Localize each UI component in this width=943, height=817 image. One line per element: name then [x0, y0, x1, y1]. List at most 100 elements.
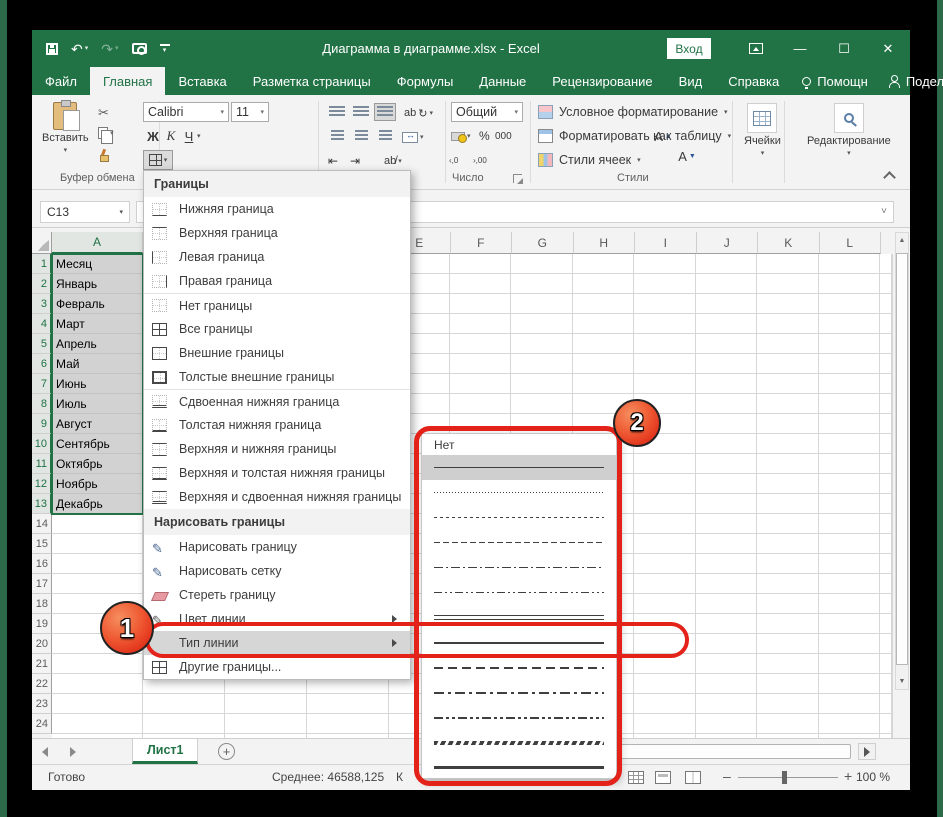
row-header[interactable]: 7 — [32, 374, 52, 394]
line-style-option[interactable] — [422, 605, 616, 630]
ribbon-tab[interactable]: Формулы — [384, 67, 467, 95]
column-header[interactable]: F — [451, 232, 513, 254]
menu-item[interactable]: Левая граница — [144, 245, 410, 269]
column-header[interactable]: H — [574, 232, 636, 254]
normal-view-icon[interactable] — [628, 771, 644, 784]
sheet-tab-active[interactable]: Лист1 — [132, 739, 198, 764]
row-header[interactable]: 10 — [32, 434, 52, 454]
align-left-button[interactable] — [326, 127, 348, 145]
select-all-button[interactable] — [32, 232, 52, 254]
menu-item[interactable]: Верхняя и сдвоенная нижняя границы — [144, 485, 410, 509]
underline-dropdown-icon[interactable]: ▾ — [197, 126, 201, 146]
cell[interactable]: Июнь — [52, 374, 143, 394]
column-header[interactable]: L — [820, 232, 882, 254]
row-header[interactable]: 15 — [32, 534, 52, 554]
menu-item[interactable]: Нарисовать границу — [144, 535, 410, 559]
font-family-combo[interactable]: Calibri▾ — [143, 102, 229, 122]
column-header[interactable]: K — [758, 232, 820, 254]
collapse-ribbon-icon[interactable] — [883, 171, 896, 184]
line-style-option[interactable] — [422, 680, 616, 705]
cell[interactable]: Апрель — [52, 334, 143, 354]
accounting-format-button[interactable]: ▾ — [451, 126, 471, 146]
column-header[interactable]: J — [697, 232, 759, 254]
bold-button[interactable]: Ж — [145, 126, 161, 146]
conditional-formatting-button[interactable]: Условное форматирование▾ — [538, 105, 728, 119]
align-center-button[interactable] — [350, 127, 372, 145]
column-header[interactable]: I — [635, 232, 697, 254]
scroll-right-icon[interactable] — [858, 743, 876, 760]
row-header[interactable]: 4 — [32, 314, 52, 334]
zoom-level[interactable]: 100 % — [856, 770, 890, 784]
orientation-button[interactable]: ab↻▾ — [404, 103, 433, 123]
number-dialog-launcher-icon[interactable] — [513, 174, 522, 183]
row-header[interactable]: 1 — [32, 254, 52, 274]
row-header[interactable]: 11 — [32, 454, 52, 474]
column-header[interactable]: G — [512, 232, 574, 254]
minimize-button[interactable]: — — [778, 30, 822, 67]
cells-button[interactable]: Ячейки▾ — [744, 103, 781, 157]
percent-style-button[interactable]: % — [479, 126, 490, 146]
tell-me-help[interactable]: Помощн — [792, 67, 878, 95]
row-header[interactable]: 16 — [32, 554, 52, 574]
ribbon-tab[interactable]: Справка — [715, 67, 792, 95]
menu-item[interactable]: Цвет линии — [144, 607, 410, 631]
row-header[interactable]: 2 — [32, 274, 52, 294]
cell[interactable]: Март — [52, 314, 143, 334]
align-middle-button[interactable] — [350, 103, 372, 121]
line-style-option[interactable] — [422, 530, 616, 555]
align-right-button[interactable] — [374, 127, 396, 145]
row-header[interactable]: 12 — [32, 474, 52, 494]
wrap-text-button[interactable]: ab̸▾ — [384, 151, 402, 171]
undo-icon[interactable]: ↶▾ — [71, 42, 88, 56]
cell[interactable]: Август — [52, 414, 143, 434]
page-layout-view-icon[interactable] — [655, 771, 671, 784]
menu-item[interactable]: Тип линии — [144, 631, 410, 655]
ribbon-tab[interactable]: Рецензирование — [539, 67, 665, 95]
line-style-option[interactable] — [422, 580, 616, 605]
ribbon-display-options-icon[interactable] — [734, 30, 778, 67]
next-sheet-icon[interactable] — [70, 747, 76, 757]
ribbon-tab[interactable]: Вставка — [165, 67, 239, 95]
row-header[interactable]: 8 — [32, 394, 52, 414]
borders-button[interactable]: ▾ — [143, 150, 173, 170]
new-sheet-icon[interactable]: + — [218, 743, 235, 760]
redo-icon[interactable]: ↷▾ — [101, 42, 118, 56]
close-button[interactable]: ✕ — [866, 30, 910, 67]
scroll-down-icon[interactable]: ▼ — [896, 674, 908, 689]
line-style-option[interactable] — [422, 705, 616, 730]
share-button[interactable]: Поделиться — [878, 67, 943, 95]
cell[interactable]: Ноябрь — [52, 474, 143, 494]
cell-styles-button[interactable]: Стили ячеек▾ — [538, 153, 641, 167]
zoom-slider[interactable] — [738, 777, 838, 778]
ribbon-tab[interactable]: Главная — [90, 67, 165, 95]
menu-item[interactable]: Другие границы... — [144, 655, 410, 679]
decrease-decimal-button[interactable]: ›,00 — [473, 150, 487, 170]
row-header[interactable]: 22 — [32, 674, 52, 694]
number-format-combo[interactable]: Общий▾ — [451, 102, 523, 122]
page-break-view-icon[interactable] — [685, 771, 701, 784]
ribbon-tab[interactable]: Разметка страницы — [240, 67, 384, 95]
line-type-none-option[interactable]: Нет — [422, 434, 616, 455]
cell[interactable]: Месяц — [52, 254, 143, 274]
sign-in-button[interactable]: Вход — [667, 38, 711, 59]
line-style-option[interactable] — [422, 505, 616, 530]
merge-center-button[interactable]: ▾ — [402, 127, 424, 147]
horizontal-scroll-thumb[interactable] — [607, 744, 851, 759]
copy-button[interactable]: ▾ — [98, 127, 114, 139]
maximize-button[interactable]: ☐ — [822, 30, 866, 67]
prev-sheet-icon[interactable] — [42, 747, 48, 757]
camera-icon[interactable] — [132, 43, 147, 54]
align-bottom-button[interactable] — [374, 103, 396, 121]
cell[interactable]: Январь — [52, 274, 143, 294]
menu-item[interactable]: Толстая нижняя граница — [144, 413, 410, 437]
name-box[interactable]: C13▾ — [40, 201, 130, 223]
menu-item[interactable]: Стереть границу — [144, 583, 410, 607]
line-style-option[interactable] — [422, 630, 616, 655]
row-header[interactable]: 20 — [32, 634, 52, 654]
row-header[interactable]: 6 — [32, 354, 52, 374]
qat-customize-icon[interactable]: ▾ — [160, 44, 170, 54]
row-header[interactable]: 14 — [32, 514, 52, 534]
cell[interactable]: Май — [52, 354, 143, 374]
save-icon[interactable] — [46, 43, 58, 55]
zoom-slider-thumb[interactable] — [782, 771, 787, 784]
